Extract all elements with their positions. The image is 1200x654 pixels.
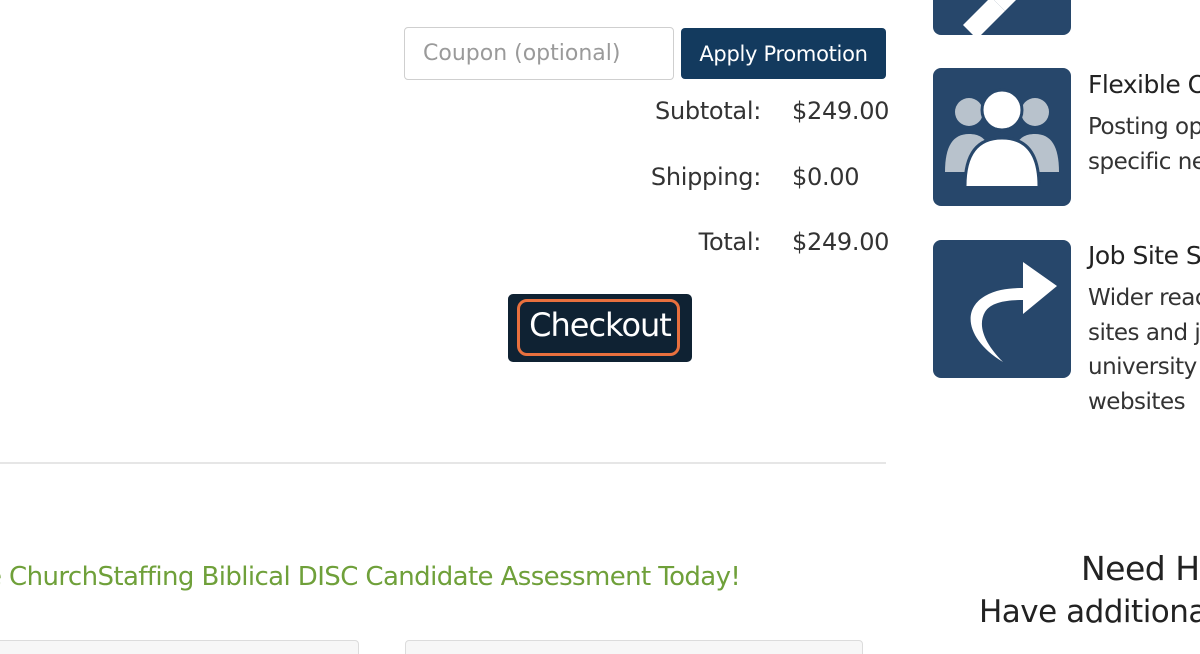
- feature-desc-line: Posting opt: [1088, 114, 1200, 140]
- checkout-page: Apply Promotion Subtotal: $249.00 Shippi…: [0, 0, 1200, 654]
- total-value: $249.00: [792, 228, 890, 256]
- feature-desc: Wider reac sites and jo university a web…: [1088, 281, 1200, 419]
- total-row: Total: $249.00: [560, 228, 890, 268]
- checkout-label: Checkout: [529, 306, 672, 344]
- product-card: [405, 640, 863, 654]
- help-title: Need H: [1081, 549, 1200, 588]
- feature-desc-line: sites and jo: [1088, 319, 1200, 346]
- group-icon: [933, 68, 1071, 206]
- coupon-input[interactable]: [404, 27, 674, 80]
- subtotal-value: $249.00: [792, 97, 890, 125]
- feature-desc-line: university a: [1088, 354, 1200, 380]
- section-divider: [0, 462, 886, 464]
- product-card: [0, 640, 359, 654]
- subtotal-label: Subtotal:: [655, 97, 761, 125]
- feature-desc-line: specific nee: [1088, 148, 1200, 175]
- feature-title: Flexible Op: [1088, 70, 1200, 99]
- feature-title: Job Site Sy: [1088, 241, 1200, 270]
- shipping-value: $0.00: [792, 163, 860, 191]
- help-subtitle: Have additional: [979, 594, 1200, 630]
- apply-promotion-button[interactable]: Apply Promotion: [681, 28, 886, 79]
- pencil-icon: [933, 0, 1071, 35]
- feature-desc-partial: resumes: [1088, 0, 1186, 4]
- checkout-button[interactable]: Checkout: [508, 294, 692, 362]
- feature-desc-line: Wider reac: [1088, 285, 1200, 311]
- shipping-row: Shipping: $0.00: [560, 163, 886, 203]
- subtotal-row: Subtotal: $249.00: [560, 97, 890, 137]
- shipping-label: Shipping:: [650, 163, 761, 191]
- total-label: Total:: [698, 228, 762, 256]
- feature-desc-line: websites: [1088, 388, 1186, 415]
- feature-desc: Posting opt specific nee: [1088, 110, 1200, 179]
- share-arrow-icon: [933, 240, 1071, 378]
- assessment-promo-link[interactable]: e ChurchStaffing Biblical DISC Candidate…: [0, 562, 741, 592]
